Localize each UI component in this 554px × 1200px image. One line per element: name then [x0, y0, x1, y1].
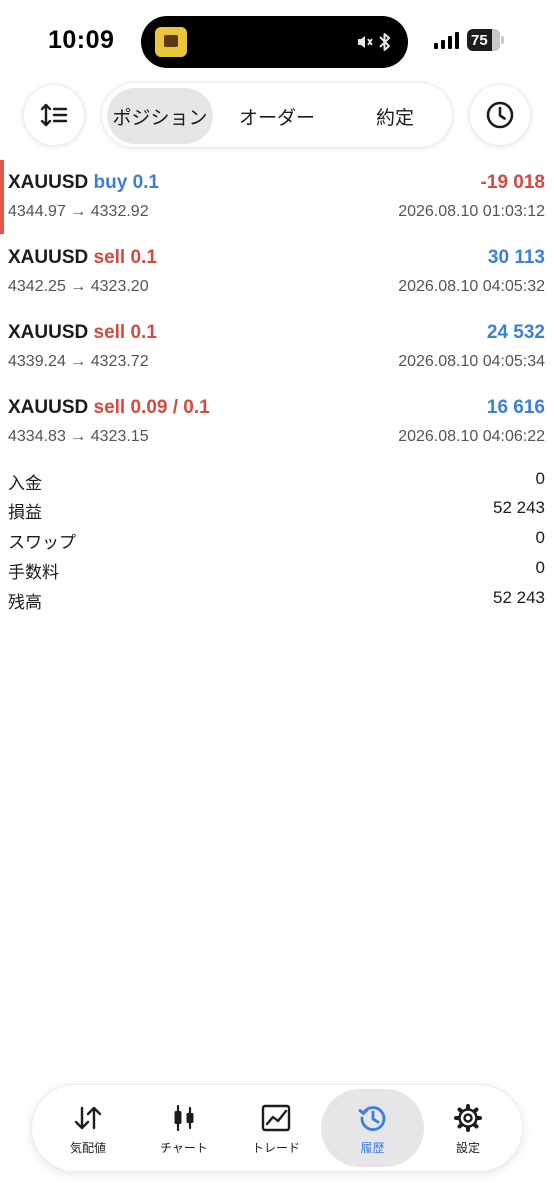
arrows-up-down-icon: [74, 1106, 102, 1130]
trade-time: 2026.08.10 01:03:12: [398, 203, 545, 220]
candlestick-icon: [174, 1104, 194, 1132]
trade-row[interactable]: XAUUSD buy 0.1 -19 018 4344.97 → 4332.92…: [0, 160, 554, 234]
summary-profit: 損益 52 243: [0, 494, 554, 524]
tab-quotes[interactable]: 気配値: [40, 1089, 136, 1167]
summary-label: スワップ: [8, 533, 76, 552]
trade-profit: 16 616: [486, 397, 545, 418]
close-price: 4332.92: [90, 203, 149, 220]
trade-title: XAUUSD buy 0.1: [8, 172, 159, 194]
tab-label: 設定: [455, 1141, 480, 1155]
tab-label: チャート: [160, 1141, 208, 1155]
summary-value: 0: [535, 558, 545, 577]
sort-button[interactable]: [23, 84, 85, 146]
trade-title: XAUUSD sell 0.09 / 0.1: [8, 397, 210, 419]
tab-orders[interactable]: オーダー: [223, 88, 331, 144]
trade-profit: 30 113: [487, 247, 545, 268]
trade-symbol: XAUUSD: [8, 322, 89, 343]
summary-value: 52 243: [493, 498, 545, 517]
trade-symbol: XAUUSD: [8, 172, 89, 193]
arrow-icon: →: [70, 278, 87, 295]
open-price: 4339.24: [8, 353, 66, 370]
summary-swap: スワップ 0: [0, 524, 554, 554]
tab-settings[interactable]: 設定: [420, 1089, 516, 1167]
close-price: 4323.72: [90, 353, 149, 370]
close-price: 4323.20: [90, 278, 149, 295]
summary-label: 損益: [8, 503, 42, 522]
battery-level: 75: [471, 31, 488, 49]
summary-label: 入金: [8, 474, 42, 493]
status-bar: 10:09 75: [0, 0, 554, 80]
summary-label: 手数料: [8, 563, 59, 582]
tab-label: 気配値: [69, 1141, 106, 1155]
period-button[interactable]: [469, 84, 531, 146]
summary-balance: 残高 52 243: [0, 584, 554, 614]
history-type-segmented-control: ポジション オーダー 約定: [101, 82, 453, 148]
line-chart-icon: [261, 1104, 291, 1132]
arrow-icon: →: [70, 203, 87, 220]
history-icon: [358, 1106, 385, 1131]
trade-time: 2026.08.10 04:05:32: [398, 278, 545, 295]
clock-icon: [486, 101, 514, 129]
trade-title: XAUUSD sell 0.1: [8, 247, 157, 269]
trade-time: 2026.08.10 04:06:22: [398, 428, 545, 445]
trade-time: 2026.08.10 04:05:34: [398, 353, 545, 370]
arrow-icon: →: [70, 353, 87, 370]
close-price: 4323.15: [90, 428, 149, 445]
trade-row[interactable]: XAUUSD sell 0.09 / 0.1 16 616 4334.83 → …: [0, 385, 554, 457]
trade-symbol: XAUUSD: [8, 397, 89, 418]
tab-trade[interactable]: トレード: [228, 1089, 324, 1167]
tab-label: 履歴: [360, 1141, 385, 1155]
bluetooth-icon: [379, 33, 390, 51]
trade-side: sell 0.1: [93, 322, 157, 343]
sort-lines-icon: [40, 103, 68, 127]
trade-prices: 4334.83 → 4323.15: [8, 428, 149, 446]
tab-label: トレード: [251, 1141, 300, 1155]
summary-value: 0: [535, 469, 545, 488]
open-price: 4334.83: [8, 428, 66, 445]
status-time: 10:09: [48, 26, 115, 54]
mute-icon: [358, 36, 373, 48]
summary-commission: 手数料 0: [0, 554, 554, 584]
open-price: 4342.25: [8, 278, 66, 295]
trade-title: XAUUSD sell 0.1: [8, 322, 157, 344]
tab-history[interactable]: 履歴: [321, 1089, 424, 1167]
trade-prices: 4342.25 → 4323.20: [8, 278, 149, 296]
trade-row[interactable]: XAUUSD sell 0.1 24 532 4339.24 → 4323.72…: [0, 310, 554, 382]
trade-row[interactable]: XAUUSD sell 0.1 30 113 4342.25 → 4323.20…: [0, 235, 554, 307]
summary-value: 52 243: [493, 588, 545, 607]
trade-side: sell 0.1: [93, 247, 157, 268]
gear-icon: [454, 1104, 482, 1132]
island-indicators: [356, 30, 392, 54]
summary-deposit: 入金 0: [0, 465, 554, 495]
tab-chart[interactable]: チャート: [136, 1089, 232, 1167]
cellular-signal-icon: [434, 31, 459, 49]
trade-side: sell 0.09 / 0.1: [93, 397, 210, 418]
trade-prices: 4339.24 → 4323.72: [8, 353, 149, 371]
trade-profit: -19 018: [480, 172, 545, 193]
trade-side: buy 0.1: [93, 172, 159, 193]
trade-profit: 24 532: [486, 322, 545, 343]
summary-value: 0: [535, 528, 545, 547]
app-activity-icon[interactable]: [155, 27, 187, 57]
dynamic-island[interactable]: [141, 16, 408, 68]
bottom-tab-bar: 気配値 チャート トレード 履歴 設定: [31, 1084, 523, 1172]
trade-symbol: XAUUSD: [8, 247, 89, 268]
open-price: 4344.97: [8, 203, 66, 220]
battery-icon: 75: [467, 29, 504, 51]
tab-deals[interactable]: 約定: [343, 88, 447, 144]
trade-prices: 4344.97 → 4332.92: [8, 203, 149, 221]
arrow-icon: →: [70, 428, 87, 445]
tab-positions[interactable]: ポジション: [107, 88, 213, 144]
summary-label: 残高: [8, 593, 42, 612]
